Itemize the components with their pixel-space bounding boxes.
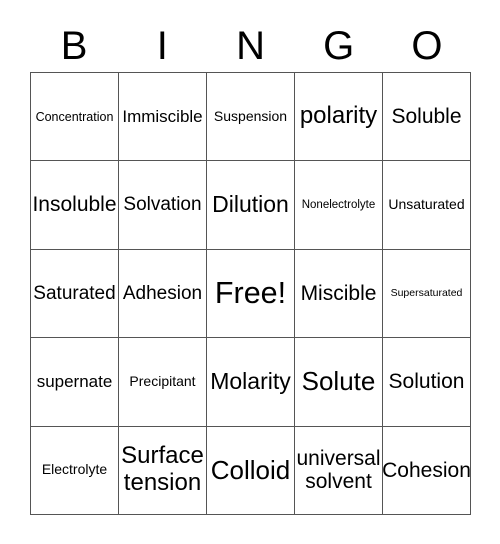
- bingo-cell-label: Supersaturated: [390, 286, 463, 299]
- bingo-cell-r4c5[interactable]: Solution: [383, 338, 471, 427]
- bingo-cell-r5c1[interactable]: Electrolyte: [31, 426, 119, 515]
- bingo-cell-r5c5[interactable]: Cohesion: [383, 426, 471, 515]
- bingo-cell-label: Concentration: [35, 109, 114, 124]
- header-letter-i: I: [156, 24, 168, 68]
- bingo-cell-label: Insoluble: [32, 193, 117, 217]
- bingo-cell-r2c1[interactable]: Insoluble: [31, 161, 119, 250]
- bingo-cell-label: Free!: [214, 276, 287, 311]
- bingo-cell-r3c4[interactable]: Miscible: [295, 249, 383, 339]
- bingo-cell-r1c4[interactable]: polarity: [295, 73, 383, 162]
- bingo-cell-label: Miscible: [300, 281, 377, 305]
- bingo-cell-label: Soluble: [391, 104, 462, 128]
- bingo-cell-label: Adhesion: [122, 282, 203, 304]
- bingo-cell-r5c3[interactable]: Colloid: [207, 426, 295, 515]
- bingo-cell-label: Immiscible: [122, 107, 203, 127]
- bingo-cell-label: Nonelectrolyte: [301, 198, 376, 211]
- bingo-cell-label: Dilution: [212, 191, 289, 218]
- bingo-cell-r4c1[interactable]: supernate: [31, 338, 119, 427]
- bingo-cell-r4c2[interactable]: Precipitant: [119, 338, 207, 427]
- bingo-cell-r1c3[interactable]: Suspension: [207, 73, 295, 162]
- bingo-cell-label: Electrolyte: [41, 461, 108, 478]
- header-letter-n: N: [236, 24, 265, 68]
- bingo-cell-r3c1[interactable]: Saturated: [31, 249, 119, 339]
- bingo-cell-label: Unsaturated: [388, 196, 465, 213]
- header-letter-g: G: [323, 24, 355, 68]
- bingo-cell-label: polarity: [299, 102, 378, 130]
- bingo-cell-label: Solute: [301, 366, 376, 397]
- bingo-cell-r4c3[interactable]: Molarity: [207, 338, 295, 427]
- bingo-cell-label: Precipitant: [129, 373, 196, 390]
- bingo-cell-r2c4[interactable]: Nonelectrolyte: [295, 161, 383, 250]
- header-letter-o: O: [411, 24, 443, 68]
- bingo-cell-r2c2[interactable]: Solvation: [119, 161, 207, 250]
- bingo-cell-label: universal solvent: [296, 446, 381, 494]
- bingo-header: B I N G O: [30, 22, 471, 70]
- bingo-cell-r2c3[interactable]: Dilution: [207, 161, 295, 250]
- bingo-cell-free-space[interactable]: Free!: [207, 249, 295, 339]
- bingo-grid: Concentration Immiscible Suspension pola…: [30, 72, 471, 515]
- bingo-cell-label: Surface tension: [121, 442, 204, 497]
- bingo-cell-r5c4[interactable]: universal solvent: [295, 426, 383, 515]
- bingo-cell-label: Colloid: [210, 454, 291, 485]
- bingo-cell-r1c2[interactable]: Immiscible: [119, 73, 207, 162]
- bingo-cell-r2c5[interactable]: Unsaturated: [383, 161, 471, 250]
- header-letter-b: B: [60, 24, 88, 68]
- bingo-cell-label: Suspension: [213, 107, 288, 124]
- bingo-cell-r5c2[interactable]: Surface tension: [119, 426, 207, 515]
- bingo-cell-r3c5[interactable]: Supersaturated: [383, 249, 471, 339]
- bingo-cell-r4c4[interactable]: Solute: [295, 338, 383, 427]
- bingo-cell-r1c1[interactable]: Concentration: [31, 73, 119, 162]
- bingo-cell-label: Solvation: [123, 194, 202, 216]
- bingo-card: B I N G O Concentration Immiscible Suspe…: [0, 0, 500, 544]
- bingo-cell-label: Cohesion: [383, 458, 471, 482]
- bingo-cell-label: Solution: [388, 370, 465, 394]
- bingo-cell-r3c2[interactable]: Adhesion: [119, 249, 207, 339]
- bingo-cell-label: Molarity: [210, 368, 291, 395]
- bingo-cell-label: supernate: [36, 372, 113, 392]
- bingo-cell-r1c5[interactable]: Soluble: [383, 73, 471, 162]
- bingo-cell-label: Saturated: [33, 282, 116, 304]
